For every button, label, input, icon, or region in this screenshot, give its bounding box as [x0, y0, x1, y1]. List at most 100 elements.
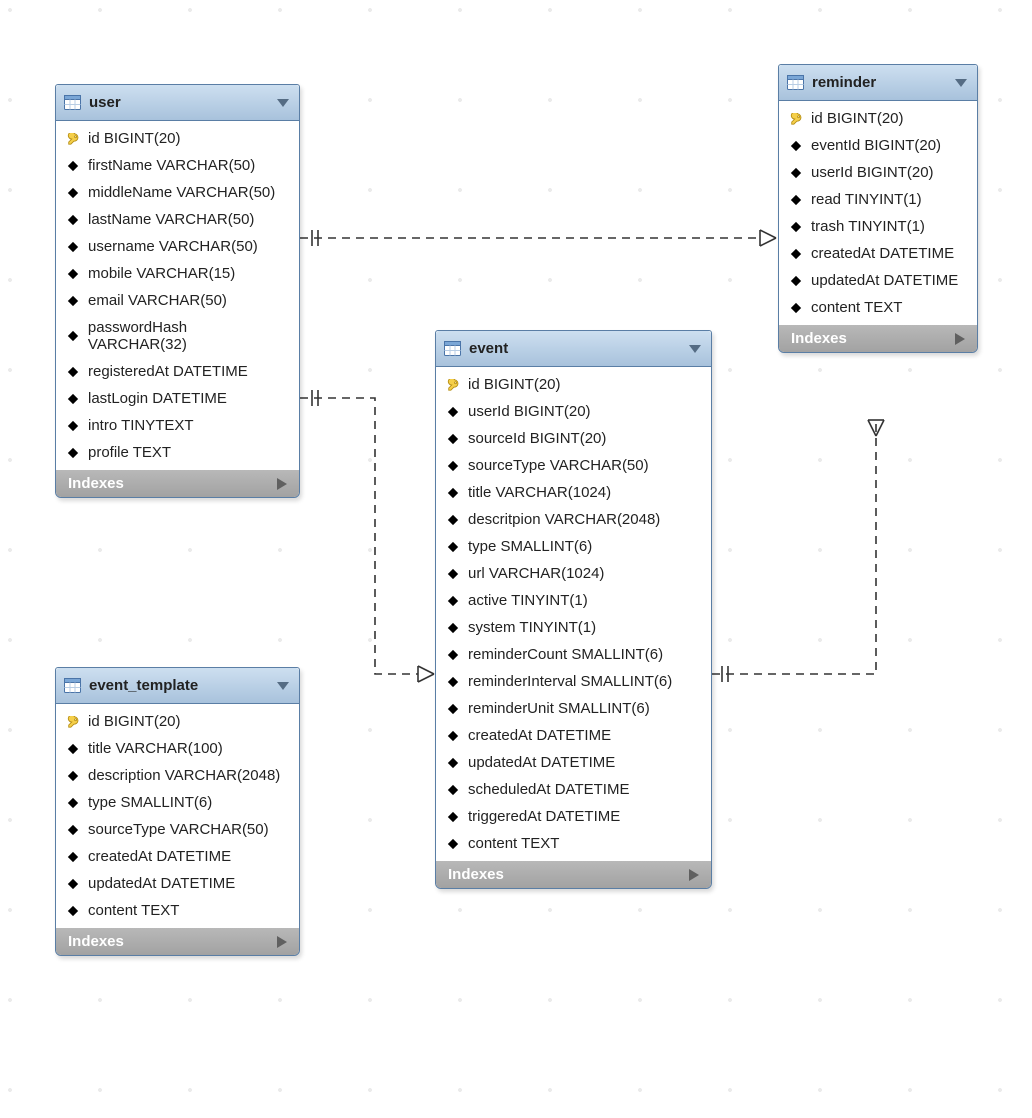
column[interactable]: trash TINYINT(1)	[779, 213, 977, 240]
column[interactable]: id BIGINT(20)	[436, 371, 711, 398]
column-label: createdAt DATETIME	[468, 727, 611, 744]
column[interactable]: triggeredAt DATETIME	[436, 803, 711, 830]
nullable-column-icon	[66, 823, 80, 837]
column[interactable]: updatedAt DATETIME	[56, 870, 299, 897]
collapse-icon[interactable]	[277, 99, 289, 107]
column[interactable]: userId BIGINT(20)	[779, 159, 977, 186]
column[interactable]: eventId BIGINT(20)	[779, 132, 977, 159]
nullable-column-icon	[446, 783, 460, 797]
column[interactable]: reminderCount SMALLINT(6)	[436, 641, 711, 668]
column-label: firstName VARCHAR(50)	[88, 157, 255, 174]
column[interactable]: username VARCHAR(50)	[56, 233, 299, 260]
column[interactable]: read TINYINT(1)	[779, 186, 977, 213]
indexes-section[interactable]: Indexes	[56, 470, 299, 497]
column[interactable]: descritpion VARCHAR(2048)	[436, 506, 711, 533]
column[interactable]: email VARCHAR(50)	[56, 287, 299, 314]
column-label: sourceId BIGINT(20)	[468, 430, 606, 447]
column[interactable]: userId BIGINT(20)	[436, 398, 711, 425]
column[interactable]: scheduledAt DATETIME	[436, 776, 711, 803]
column[interactable]: sourceType VARCHAR(50)	[436, 452, 711, 479]
column[interactable]: createdAt DATETIME	[56, 843, 299, 870]
column[interactable]: profile TEXT	[56, 439, 299, 466]
column-label: content TEXT	[468, 835, 559, 852]
collapse-icon[interactable]	[689, 345, 701, 353]
column[interactable]: content TEXT	[436, 830, 711, 857]
column-list: id BIGINT(20)title VARCHAR(100)descripti…	[56, 704, 299, 928]
column-label: intro TINYTEXT	[88, 417, 194, 434]
nullable-column-icon	[66, 240, 80, 254]
expand-icon[interactable]	[689, 869, 699, 881]
primary-key-icon	[66, 132, 80, 146]
nullable-column-icon	[446, 567, 460, 581]
column[interactable]: type SMALLINT(6)	[56, 789, 299, 816]
expand-icon[interactable]	[955, 333, 965, 345]
column[interactable]: system TINYINT(1)	[436, 614, 711, 641]
table-icon	[64, 678, 81, 693]
column[interactable]: createdAt DATETIME	[436, 722, 711, 749]
column[interactable]: registeredAt DATETIME	[56, 358, 299, 385]
column[interactable]: passwordHash VARCHAR(32)	[56, 314, 299, 358]
column-label: id BIGINT(20)	[468, 376, 561, 393]
column[interactable]: intro TINYTEXT	[56, 412, 299, 439]
not-null-column-icon	[446, 729, 460, 743]
column[interactable]: type SMALLINT(6)	[436, 533, 711, 560]
primary-key-icon	[66, 715, 80, 729]
column[interactable]: sourceId BIGINT(20)	[436, 425, 711, 452]
not-null-column-icon	[446, 621, 460, 635]
indexes-section[interactable]: Indexes	[779, 325, 977, 352]
column[interactable]: title VARCHAR(1024)	[436, 479, 711, 506]
column-label: reminderCount SMALLINT(6)	[468, 646, 663, 663]
nullable-column-icon	[66, 294, 80, 308]
nullable-column-icon	[446, 810, 460, 824]
indexes-section[interactable]: Indexes	[436, 861, 711, 888]
column[interactable]: createdAt DATETIME	[779, 240, 977, 267]
entity-reminder[interactable]: reminderid BIGINT(20)eventId BIGINT(20)u…	[778, 64, 978, 353]
expand-icon[interactable]	[277, 478, 287, 490]
entity-event[interactable]: event id BIGINT(20) userId BIGINT(20) sourc…	[435, 330, 712, 889]
expand-icon[interactable]	[277, 936, 287, 948]
column-label: updatedAt DATETIME	[88, 875, 235, 892]
collapse-icon[interactable]	[277, 682, 289, 690]
column[interactable]: id BIGINT(20)	[56, 125, 299, 152]
entity-header[interactable]: event_template	[56, 668, 299, 704]
not-null-column-icon	[789, 193, 803, 207]
diagram-overlay: user id BIGINT(20) firstName VARCHAR(50) mi…	[0, 0, 1032, 1118]
entity-header[interactable]: reminder	[779, 65, 977, 101]
column[interactable]: mobile VARCHAR(15)	[56, 260, 299, 287]
column[interactable]: sourceType VARCHAR(50)	[56, 816, 299, 843]
column[interactable]: id BIGINT(20)	[56, 708, 299, 735]
column[interactable]: content TEXT	[56, 897, 299, 924]
not-null-column-icon	[446, 648, 460, 662]
collapse-icon[interactable]	[955, 79, 967, 87]
column[interactable]: url VARCHAR(1024)	[436, 560, 711, 587]
column[interactable]: updatedAt DATETIME	[779, 267, 977, 294]
column[interactable]: active TINYINT(1)	[436, 587, 711, 614]
column[interactable]: description VARCHAR(2048)	[56, 762, 299, 789]
primary-key-icon	[446, 378, 460, 392]
column[interactable]: lastName VARCHAR(50)	[56, 206, 299, 233]
entity-header[interactable]: user	[56, 85, 299, 121]
entity-user[interactable]: user id BIGINT(20) firstName VARCHAR(50) mi…	[55, 84, 300, 498]
nullable-column-icon	[66, 267, 80, 281]
column-label: content TEXT	[811, 299, 902, 316]
entity-event_template[interactable]: event_templateid BIGINT(20)title VARCHAR…	[55, 667, 300, 956]
table-icon	[787, 75, 804, 90]
column[interactable]: content TEXT	[779, 294, 977, 321]
not-null-column-icon	[66, 329, 80, 343]
column[interactable]: updatedAt DATETIME	[436, 749, 711, 776]
column[interactable]: middleName VARCHAR(50)	[56, 179, 299, 206]
column-label: type SMALLINT(6)	[468, 538, 592, 555]
column-label: active TINYINT(1)	[468, 592, 588, 609]
column[interactable]: reminderUnit SMALLINT(6)	[436, 695, 711, 722]
column[interactable]: id BIGINT(20)	[779, 105, 977, 132]
column[interactable]: title VARCHAR(100)	[56, 735, 299, 762]
column-list: id BIGINT(20) firstName VARCHAR(50) middle…	[56, 121, 299, 470]
not-null-column-icon	[66, 850, 80, 864]
column[interactable]: firstName VARCHAR(50)	[56, 152, 299, 179]
entity-title: reminder	[812, 74, 955, 91]
column[interactable]: lastLogin DATETIME	[56, 385, 299, 412]
column-label: registeredAt DATETIME	[88, 363, 248, 380]
indexes-section[interactable]: Indexes	[56, 928, 299, 955]
entity-header[interactable]: event	[436, 331, 711, 367]
column[interactable]: reminderInterval SMALLINT(6)	[436, 668, 711, 695]
